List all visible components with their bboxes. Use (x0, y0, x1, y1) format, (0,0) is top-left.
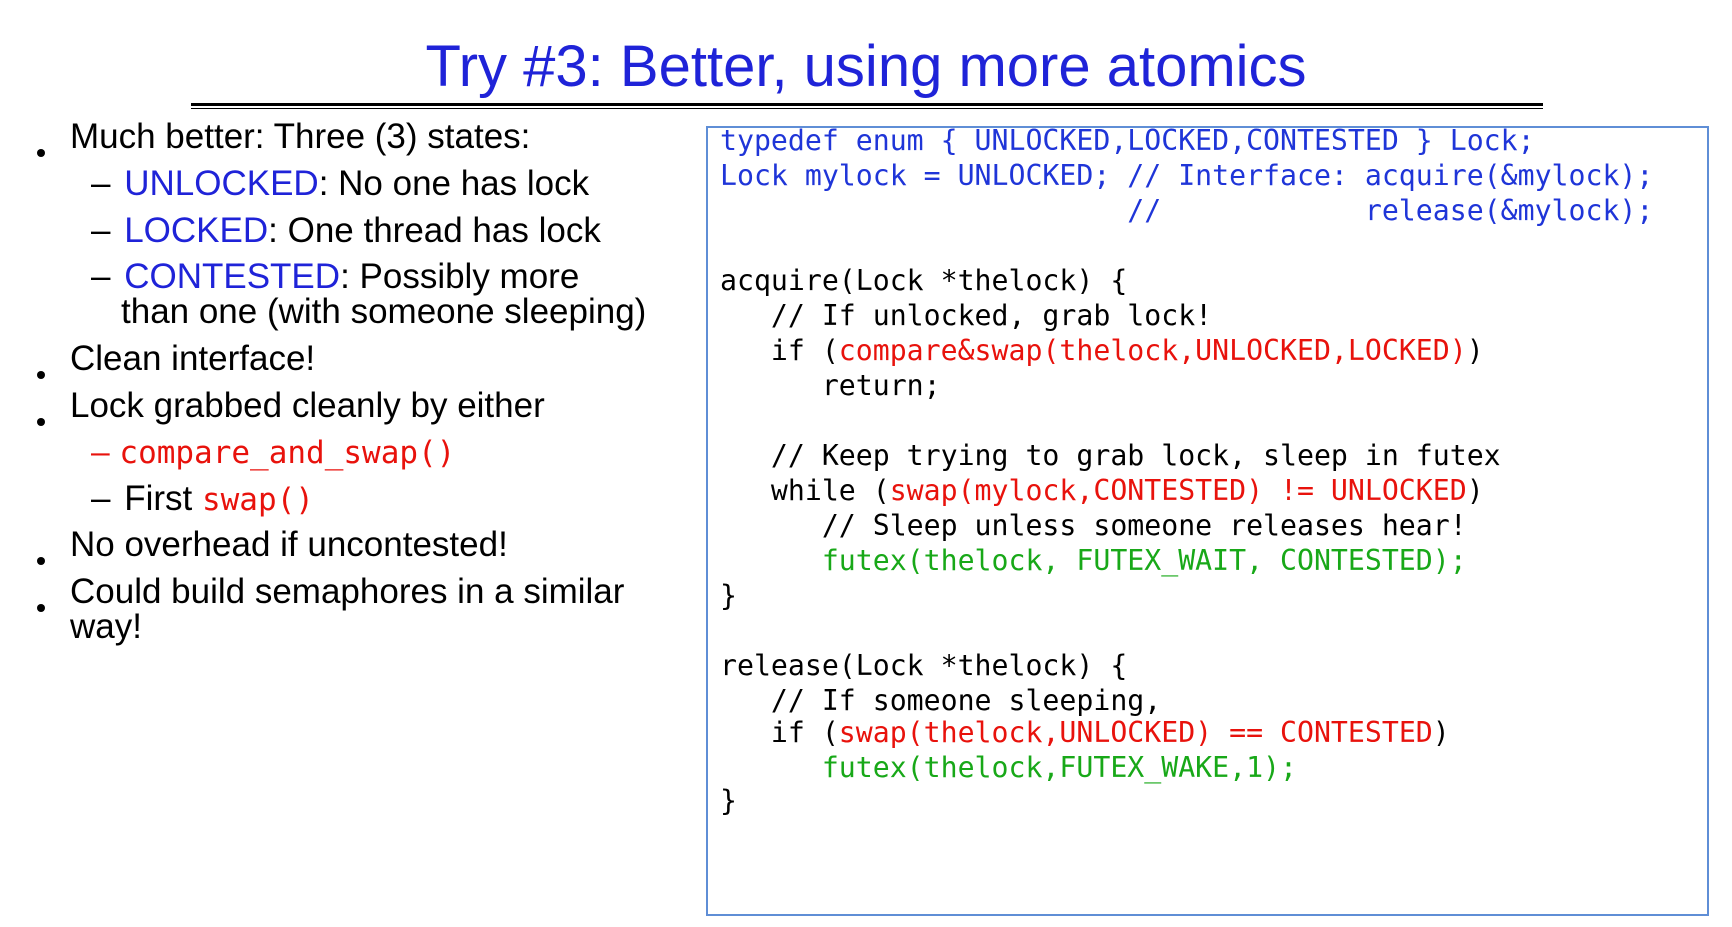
code-line-while-swap: while (swap(mylock,CONTESTED) != UNLOCKE… (720, 473, 1484, 509)
code-line-release-header: release(Lock *thelock) { (720, 649, 1128, 682)
state-term-contested: CONTESTED (124, 257, 341, 296)
code-line-comment-unlocked: // If unlocked, grab lock! (720, 299, 1213, 332)
code-line-mylock-decl: Lock mylock = UNLOCKED; // Interface: ac… (720, 159, 1654, 192)
code-line-typedef: typedef enum { UNLOCKED,LOCKED,CONTESTED… (720, 124, 1535, 157)
sub-bullet-unlocked: – UNLOCKED: No one has lock (91, 164, 589, 204)
code-if-prefix: if ( (720, 334, 839, 367)
sub-bullet-first-swap: – First swap() (91, 479, 314, 520)
bullet-dot (37, 604, 45, 612)
code-line-if-compare-swap: if (compare&swap(thelock,UNLOCKED,LOCKED… (720, 333, 1484, 369)
code-swap: swap() (201, 482, 314, 518)
bullet-dot (37, 418, 45, 426)
first-label: First (124, 479, 202, 518)
state-term-locked: LOCKED (124, 211, 269, 250)
code-line-comment-keep-trying: // Keep trying to grab lock, sleep in fu… (720, 439, 1501, 472)
code-compare-and-swap: compare_and_swap() (119, 435, 456, 471)
bullet-semaphores-line1: Could build semaphores in a similar (70, 572, 625, 611)
sub-bullet-dash: – (91, 164, 111, 203)
bullet-dot (37, 149, 45, 157)
code-swap-unlocked-call: swap(thelock,UNLOCKED) == CONTESTED (838, 716, 1433, 749)
sub-bullet-dash: – (91, 479, 111, 518)
sub-bullet-dash: – (91, 435, 110, 471)
sub-bullet-compare-and-swap: – compare_and_swap() (91, 432, 455, 473)
code-if-prefix: if ( (720, 716, 839, 749)
code-line-futex-wait: futex(thelock, FUTEX_WAIT, CONTESTED); (720, 544, 1467, 577)
code-line-if-swap-unlocked: if (swap(thelock,UNLOCKED) == CONTESTED) (720, 715, 1450, 751)
state-desc-unlocked: : No one has lock (318, 164, 590, 203)
bullet-dot (37, 371, 45, 379)
code-compare-swap-call: compare&swap(thelock,UNLOCKED,LOCKED) (838, 334, 1467, 367)
bullet-semaphores-line2: way! (70, 607, 142, 646)
sub-bullet-contested-continued: than one (with someone sleeping) (121, 292, 647, 331)
code-line-futex-wake: futex(thelock,FUTEX_WAKE,1); (720, 751, 1297, 784)
bullet-dot (37, 557, 45, 565)
code-line-return: return; (720, 369, 941, 402)
code-while-prefix: while ( (720, 474, 890, 507)
bullet-lock-grabbed: Lock grabbed cleanly by either (70, 386, 545, 425)
code-line-acquire-close: } (720, 579, 737, 612)
code-if-suffix: ) (1432, 716, 1450, 749)
code-line-acquire-header: acquire(Lock *thelock) { (720, 264, 1128, 297)
sub-bullet-locked: – LOCKED: One thread has lock (91, 211, 601, 251)
code-line-release-close: } (720, 784, 737, 817)
state-desc-locked: : One thread has lock (268, 211, 601, 250)
code-if-suffix: ) (1466, 334, 1484, 367)
code-line-comment-sleeping: // If someone sleeping, (720, 684, 1162, 717)
sub-bullet-dash: – (91, 211, 111, 250)
bullet-three-states: Much better: Three (3) states: (70, 117, 531, 156)
code-line-comment-sleep: // Sleep unless someone releases hear! (720, 509, 1467, 542)
bullet-list: Much better: Three (3) states: – UNLOCKE… (0, 0, 700, 927)
bullet-no-overhead: No overhead if uncontested! (70, 525, 508, 564)
bullet-clean-interface: Clean interface! (70, 339, 316, 378)
code-swap-contested-call: swap(mylock,CONTESTED) != UNLOCKED (889, 474, 1467, 507)
sub-bullet-contested: – CONTESTED: Possibly more (91, 257, 579, 297)
state-desc-contested: : Possibly more (340, 257, 580, 296)
code-listing-box: typedef enum { UNLOCKED,LOCKED,CONTESTED… (706, 124, 1709, 916)
state-term-unlocked: UNLOCKED (124, 164, 319, 203)
code-while-suffix: ) (1466, 474, 1484, 507)
sub-bullet-dash: – (91, 257, 111, 296)
code-line-interface-release: // release(&mylock); (720, 194, 1654, 227)
